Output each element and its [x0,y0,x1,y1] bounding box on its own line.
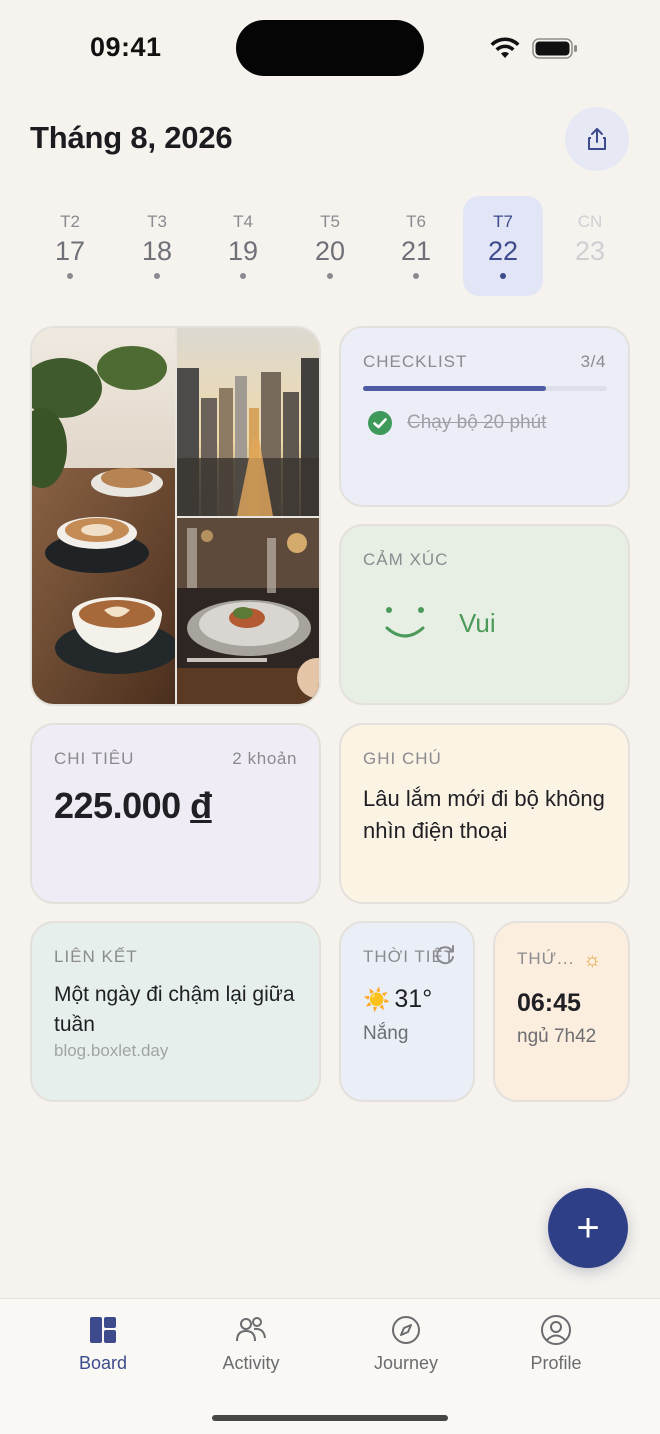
sunrise-icon: ☼ [583,949,602,971]
dinner-photo [177,518,319,704]
entry-dot [500,273,506,279]
card-label: CẢM XÚC [363,550,449,569]
day-of-week: T4 [233,212,253,231]
checklist-count: 3/4 [580,352,606,371]
tab-label: Profile [530,1353,582,1373]
entry-dot [67,273,73,279]
checklist-progress-fill [363,386,546,391]
note-card[interactable]: GHI CHÚ Lâu lắm mới đi bộ không nhìn điệ… [339,723,630,904]
share-icon [588,128,606,150]
day-number: 20 [314,236,346,266]
city-photo [177,328,319,516]
day-number: 23 [574,236,606,266]
link-url[interactable]: blog.boxlet.day [54,1041,168,1061]
page-title: Tháng 8, 2026 [30,120,233,155]
day-mon[interactable]: T2 17 [30,196,110,296]
photo-collage-card[interactable] [30,326,321,706]
spending-count: 2 khoản [232,749,297,768]
tab-board[interactable]: Board [43,1313,163,1374]
note-text: Lâu lắm mới đi bộ không nhìn điện thoại [363,786,605,843]
mood-value: Vui [459,608,496,638]
tab-activity[interactable]: Activity [191,1313,311,1374]
day-number: 22 [487,236,519,266]
profile-icon [541,1315,571,1345]
day-tue[interactable]: T3 18 [117,196,197,296]
tab-label: Activity [222,1353,280,1373]
day-thu[interactable]: T5 20 [290,196,370,296]
card-label: CHI TIÊU [54,749,135,768]
weather-card[interactable]: THỜI TIẾT ☀️ 31° Nắng [339,921,475,1102]
dynamic-island [236,20,424,76]
refresh-icon[interactable] [433,943,457,967]
weather-condition: Nắng [363,1023,409,1044]
day-fri[interactable]: T6 21 [376,196,456,296]
home-indicator [212,1415,448,1421]
checklist-item-text: Chạy bộ 20 phút [407,412,547,433]
day-number: 18 [141,236,173,266]
entry-dot [154,273,160,279]
card-label: THỨ... [517,949,575,968]
tab-label: Board [78,1353,128,1373]
check-circle-icon[interactable] [367,410,393,436]
bottom-nav: Board Activity Journey Profile [0,1298,660,1434]
compass-icon [392,1316,420,1344]
wake-time-card[interactable]: THỨ... ☼ 06:45 ngủ 7h42 [493,921,630,1102]
entry-dot [240,273,246,279]
entry-dot [327,273,333,279]
activity-icon [236,1317,266,1342]
day-of-week: T7 [493,212,513,231]
checklist-item[interactable]: Chạy bộ 20 phút [367,410,546,436]
tab-label: Journey [373,1353,439,1373]
status-time: 09:41 [90,32,162,62]
share-button[interactable] [565,107,629,171]
sleep-duration: ngủ 7h42 [517,1026,597,1047]
weather-temp: ☀️ 31° [363,985,432,1014]
day-of-week: CN [577,212,603,231]
day-number: 17 [54,236,86,266]
day-sun[interactable]: CN 23 [550,196,630,296]
day-of-week: T6 [406,212,426,231]
tab-journey[interactable]: Journey [346,1313,466,1374]
smile-icon [385,607,425,638]
day-of-week: T5 [320,212,340,231]
week-strip: T2 17 T3 18 T4 19 T5 20 T6 21 T7 22 CN 2… [27,196,633,296]
day-of-week: T2 [60,212,80,231]
coffee-photo [32,328,175,704]
battery-icon [532,38,577,59]
spending-amount-value: 225.000 [54,785,181,826]
day-wed[interactable]: T4 19 [203,196,283,296]
card-label: LIÊN KẾT [54,947,138,966]
link-title: Một ngày đi chậm lại giữa tuần [54,983,295,1036]
day-of-week: T3 [147,212,167,231]
day-sat-selected[interactable]: T7 22 [463,196,543,296]
card-label: CHECKLIST [363,352,468,371]
wifi-icon [490,37,520,58]
currency-symbol: đ [190,785,212,826]
wake-time: 06:45 [517,989,581,1017]
spending-amount: 225.000 đ [54,785,212,827]
mood-card[interactable]: CẢM XÚC Vui [339,524,630,705]
day-number: 21 [400,236,432,266]
day-number: 19 [227,236,259,266]
checklist-progress [363,386,607,391]
card-label: GHI CHÚ [363,749,442,768]
temperature-value: 31° [394,985,433,1013]
tab-profile[interactable]: Profile [496,1313,616,1374]
spending-card[interactable]: CHI TIÊU 2 khoản 225.000 đ [30,723,321,904]
entry-dot [413,273,419,279]
checklist-card[interactable]: CHECKLIST 3/4 Chạy bộ 20 phút [339,326,630,507]
add-button[interactable]: + [548,1188,628,1268]
link-card[interactable]: LIÊN KẾT Một ngày đi chậm lại giữa tuần … [30,921,321,1102]
sun-icon: ☀️ [363,986,391,1012]
board-icon [90,1317,116,1343]
